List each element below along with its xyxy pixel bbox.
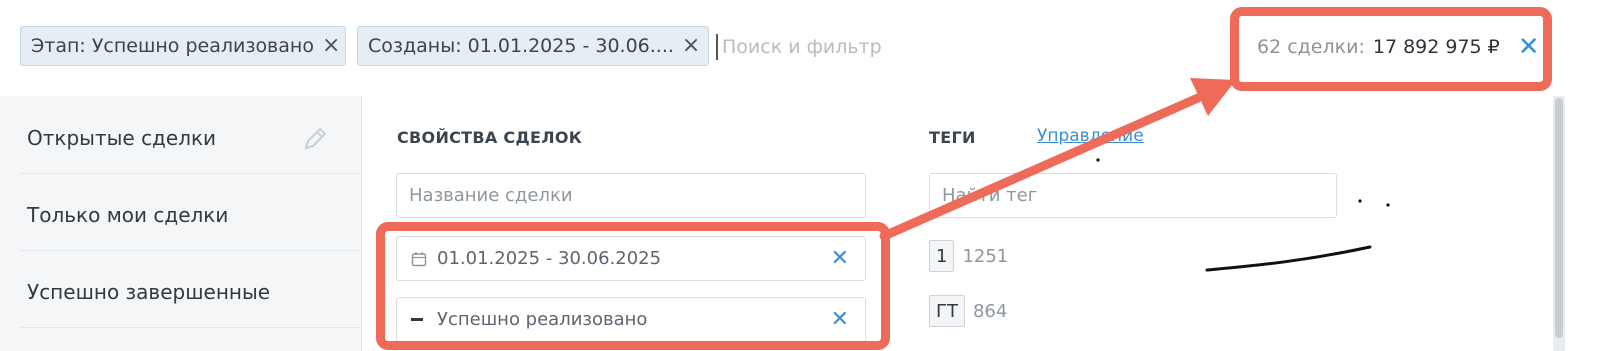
- manage-tags-link[interactable]: Управление: [1037, 126, 1144, 146]
- highlight-box-filters: [376, 222, 890, 350]
- filter-bar: Этап: Успешно реализовано × Созданы: 01.…: [0, 0, 1599, 96]
- tag-badge: ГТ: [929, 295, 965, 327]
- divider: [20, 250, 360, 251]
- tag-badge: 1: [929, 240, 955, 272]
- pencil-icon[interactable]: [302, 126, 328, 152]
- tags-title: ТЕГИ: [929, 128, 976, 147]
- sidebar-item-open-deals[interactable]: Открытые сделки: [27, 126, 337, 150]
- search-input[interactable]: Поиск и фильтр: [716, 30, 882, 64]
- close-icon[interactable]: ×: [682, 35, 700, 57]
- scrollbar-thumb[interactable]: [1555, 98, 1563, 338]
- text-caret: [716, 34, 718, 60]
- scrollbar[interactable]: [1553, 96, 1565, 351]
- divider: [20, 173, 360, 174]
- properties-title: СВОЙСТВА СДЕЛОК: [397, 128, 583, 147]
- tag-search-placeholder: Найти тег: [942, 185, 1038, 206]
- highlight-box-summary: [1230, 7, 1552, 91]
- deal-name-placeholder: Название сделки: [409, 185, 573, 206]
- filter-chip-label: Созданы: 01.01.2025 - 30.06....: [368, 35, 674, 57]
- tag-item[interactable]: ГТ 864: [929, 295, 1007, 327]
- deal-name-field[interactable]: Название сделки: [396, 173, 866, 218]
- tag-search-field[interactable]: Найти тег: [929, 173, 1337, 218]
- search-placeholder: Поиск и фильтр: [722, 36, 882, 58]
- filter-chip-label: Этап: Успешно реализовано: [31, 35, 314, 57]
- filter-chip-stage[interactable]: Этап: Успешно реализовано ×: [20, 26, 346, 66]
- close-icon[interactable]: ×: [322, 35, 340, 57]
- tag-item[interactable]: 1 1251: [929, 240, 1008, 272]
- tag-count: 1251: [962, 245, 1009, 267]
- sidebar-item-won-deals[interactable]: Успешно завершенные: [27, 280, 337, 304]
- sidebar-item-my-deals[interactable]: Только мои сделки: [27, 203, 337, 227]
- tag-count: 864: [972, 300, 1008, 322]
- divider: [20, 327, 360, 328]
- filter-chip-created[interactable]: Созданы: 01.01.2025 - 30.06.... ×: [357, 26, 709, 66]
